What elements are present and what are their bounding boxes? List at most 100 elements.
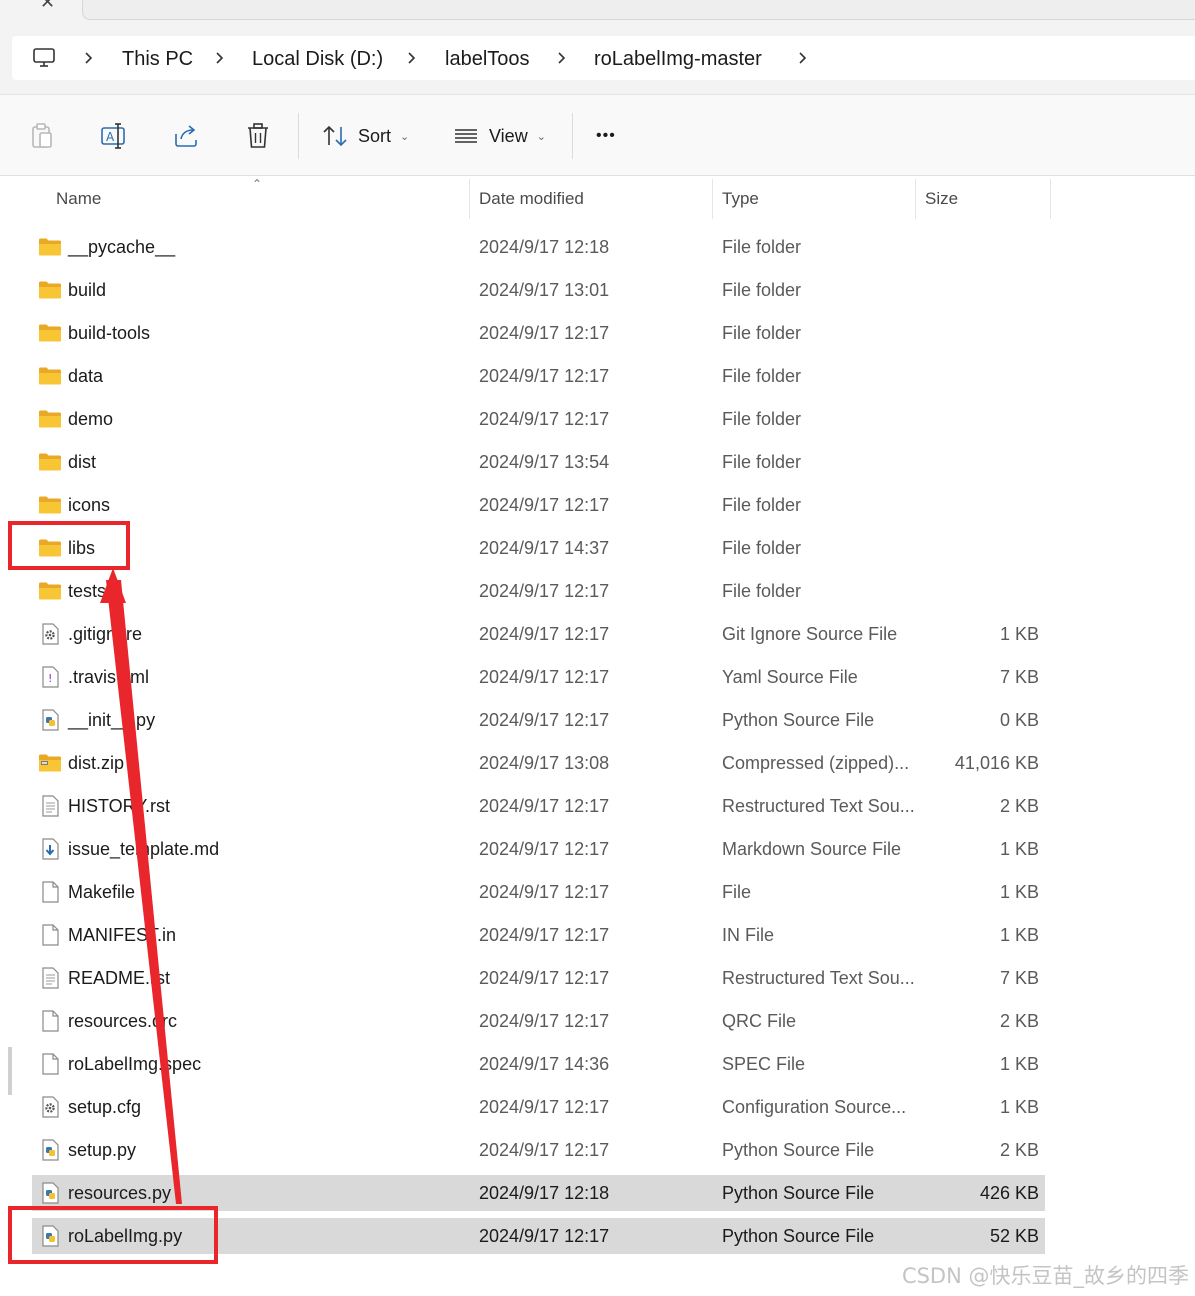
chevron-down-icon: ⌄ — [536, 130, 546, 143]
chevron-right-icon[interactable] — [796, 46, 810, 70]
file-row[interactable]: Makefile 2024/9/17 12:17 File 1 KB — [32, 874, 1045, 910]
file-type: File folder — [722, 280, 802, 300]
file-size: 52 KB — [989, 1226, 1039, 1246]
column-header: Name ⌃ Date modified Type Size — [8, 177, 1195, 221]
file-size: 1 KB — [999, 839, 1039, 859]
file-row[interactable]: issue_template.md 2024/9/17 12:17 Markdown… — [32, 831, 1045, 867]
folder-icon — [38, 537, 62, 559]
delete-icon[interactable] — [243, 121, 273, 151]
column-size[interactable]: Size — [925, 177, 958, 221]
file-size: 7 KB — [999, 968, 1039, 988]
file-date-modified: 2024/9/17 14:36 — [479, 1054, 610, 1074]
file-row[interactable]: icons 2024/9/17 12:17 File folder — [32, 487, 1045, 523]
file-row[interactable]: __init__.py 2024/9/17 12:17 Python Source … — [32, 702, 1045, 738]
folder-icon — [38, 279, 62, 301]
file-row[interactable]: resources.qrc 2024/9/17 12:17 QRC File 2 KB — [32, 1003, 1045, 1039]
file-type: Python Source File — [722, 1140, 875, 1160]
file-name: roLabelImg.spec — [68, 1054, 202, 1074]
file-row[interactable]: .gitignore 2024/9/17 12:17 Git Ignore Sour… — [32, 616, 1045, 652]
python-file-icon — [38, 1139, 62, 1161]
file-type: Restructured Text Sou... — [722, 968, 915, 988]
svg-text:A: A — [106, 130, 115, 144]
markdown-file-icon — [38, 838, 62, 860]
text-file-icon — [38, 795, 62, 817]
file-name: issue_template.md — [68, 839, 220, 859]
file-date-modified: 2024/9/17 12:17 — [479, 366, 610, 386]
file-row[interactable]: MANIFEST.in 2024/9/17 12:17 IN File 1 KB — [32, 917, 1045, 953]
column-divider[interactable] — [915, 179, 916, 219]
file-name: tests — [68, 581, 107, 601]
file-row[interactable]: README.rst 2024/9/17 12:17 Restructured Te… — [32, 960, 1045, 996]
python-file-icon — [38, 1225, 62, 1247]
file-row[interactable]: HISTORY.rst 2024/9/17 12:17 Restructured T… — [32, 788, 1045, 824]
file-date-modified: 2024/9/17 13:01 — [479, 280, 610, 300]
paste-icon[interactable] — [27, 121, 57, 151]
column-type[interactable]: Type — [722, 177, 759, 221]
more-options-icon: ••• — [596, 127, 616, 144]
file-icon — [38, 924, 62, 946]
file-name: Makefile — [68, 882, 136, 902]
view-button[interactable]: View ⌄ — [453, 120, 546, 152]
file-row[interactable]: roLabelImg.spec 2024/9/17 14:36 SPEC File 1… — [32, 1046, 1045, 1082]
file-type: SPEC File — [722, 1054, 806, 1074]
chevron-right-icon[interactable] — [213, 46, 227, 70]
file-type: File folder — [722, 538, 802, 558]
file-name: data — [68, 366, 104, 386]
scrollbar-thumb[interactable] — [8, 1047, 12, 1095]
file-row[interactable]: resources.py 2024/9/17 12:18 Python Source… — [32, 1175, 1045, 1211]
file-row[interactable]: roLabelImg.py 2024/9/17 12:17 Python Sourc… — [32, 1218, 1045, 1254]
breadcrumb-item-this-pc[interactable]: This PC — [122, 47, 193, 71]
file-row[interactable]: tests 2024/9/17 12:17 File folder — [32, 573, 1045, 609]
breadcrumb-item-labeltoos[interactable]: labelToos — [445, 47, 530, 71]
column-divider[interactable] — [1050, 179, 1051, 219]
view-label: View — [489, 125, 528, 146]
breadcrumb[interactable]: This PC Local Disk (D:) labelToos roLabe… — [12, 36, 1195, 80]
file-row[interactable]: setup.py 2024/9/17 12:17 Python Source Fil… — [32, 1132, 1045, 1168]
column-divider[interactable] — [469, 179, 470, 219]
file-name: __pycache__ — [68, 237, 176, 257]
python-file-icon — [38, 1182, 62, 1204]
sort-icon — [323, 125, 347, 147]
sort-ascending-icon: ⌃ — [252, 177, 263, 191]
file-icon — [38, 1053, 62, 1075]
tab-strip: ✕ — [0, 0, 1195, 22]
file-row[interactable]: build-tools 2024/9/17 12:17 File folder — [32, 315, 1045, 351]
file-icon — [38, 1010, 62, 1032]
file-row[interactable]: __pycache__ 2024/9/17 12:18 File folder — [32, 229, 1045, 265]
column-date-modified[interactable]: Date modified — [479, 177, 584, 221]
file-type: File folder — [722, 581, 802, 601]
file-date-modified: 2024/9/17 12:17 — [479, 624, 610, 644]
column-name[interactable]: Name — [56, 177, 101, 221]
computer-monitor-icon[interactable] — [32, 46, 56, 70]
more-options-button[interactable]: ••• — [596, 120, 616, 152]
address-area: This PC Local Disk (D:) labelToos roLabe… — [0, 22, 1195, 94]
close-tab-icon[interactable]: ✕ — [40, 0, 55, 13]
file-name: dist.zip — [68, 753, 125, 773]
chevron-right-icon[interactable] — [555, 46, 569, 70]
file-list[interactable]: Name ⌃ Date modified Type Size __pycache… — [8, 177, 1195, 1296]
file-row[interactable]: ! .travis.yml 2024/9/17 12:17 Yaml Source F… — [32, 659, 1045, 695]
command-bar: A Sort ⌄ View ⌄ ••• — [0, 94, 1195, 176]
sort-button[interactable]: Sort ⌄ — [322, 120, 409, 152]
file-row[interactable]: dist.zip 2024/9/17 13:08 Compressed (zippe… — [32, 745, 1045, 781]
file-type: Python Source File — [722, 1226, 875, 1246]
breadcrumb-item-rolabelimg-master[interactable]: roLabelImg-master — [594, 47, 762, 71]
file-row[interactable]: setup.cfg 2024/9/17 12:17 Configuration So… — [32, 1089, 1045, 1125]
share-icon[interactable] — [171, 121, 201, 151]
file-date-modified: 2024/9/17 12:17 — [479, 1097, 610, 1117]
column-divider[interactable] — [712, 179, 713, 219]
file-date-modified: 2024/9/17 12:17 — [479, 667, 610, 687]
file-row[interactable]: libs 2024/9/17 14:37 File folder — [32, 530, 1045, 566]
file-row[interactable]: build 2024/9/17 13:01 File folder — [32, 272, 1045, 308]
file-type: Yaml Source File — [722, 667, 858, 687]
file-date-modified: 2024/9/17 12:17 — [479, 839, 610, 859]
file-type: Configuration Source... — [722, 1097, 907, 1117]
breadcrumb-item-local-disk[interactable]: Local Disk (D:) — [252, 47, 383, 71]
file-row[interactable]: dist 2024/9/17 13:54 File folder — [32, 444, 1045, 480]
file-type: File folder — [722, 366, 802, 386]
chevron-right-icon[interactable] — [405, 46, 419, 70]
file-row[interactable]: data 2024/9/17 12:17 File folder — [32, 358, 1045, 394]
file-row[interactable]: demo 2024/9/17 12:17 File folder — [32, 401, 1045, 437]
chevron-right-icon[interactable] — [82, 46, 96, 70]
rename-icon[interactable]: A — [99, 121, 129, 151]
